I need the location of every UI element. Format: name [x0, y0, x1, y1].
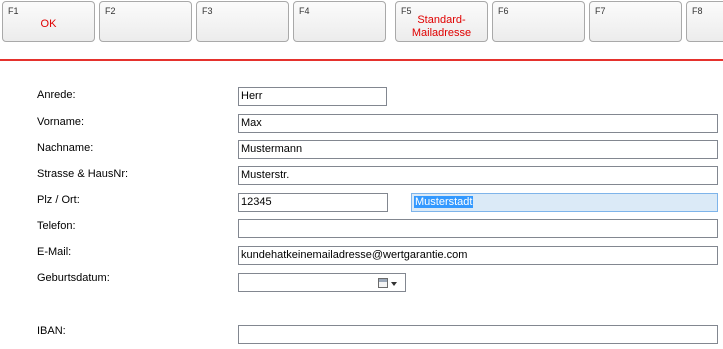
strasse-label: Strasse & HausNr: — [37, 168, 129, 180]
f2-key-number: F2 — [105, 6, 116, 16]
vorname-field[interactable]: Max — [238, 114, 718, 133]
vorname-label: Vorname: — [37, 116, 85, 128]
f6-button[interactable]: F6 — [492, 1, 585, 42]
geburtsdatum-label: Geburtsdatum: — [37, 272, 110, 284]
header-separator — [0, 59, 723, 61]
nachname-label: Nachname: — [37, 142, 94, 154]
email-field[interactable]: kundehatkeinemailadresse@wertgarantie.co… — [238, 246, 718, 265]
function-key-bar: F1 OK F2 F3 F4 F5 Standard- Mailadresse … — [0, 0, 723, 46]
iban-label: IBAN: — [37, 325, 66, 337]
f5-label: Standard- Mailadresse — [411, 14, 472, 39]
f1-label: OK — [40, 18, 57, 30]
f8-key-number: F8 — [692, 6, 703, 16]
f3-button[interactable]: F3 — [196, 1, 289, 42]
plz-field[interactable]: 12345 — [238, 193, 388, 212]
geburtsdatum-field[interactable] — [238, 273, 372, 292]
nachname-field[interactable]: Mustermann — [238, 140, 718, 159]
anrede-field[interactable]: Herr — [238, 87, 387, 106]
telefon-field[interactable] — [238, 219, 718, 238]
anrede-label: Anrede: — [37, 89, 76, 101]
ort-field[interactable]: Musterstadt — [411, 193, 718, 212]
telefon-label: Telefon: — [37, 220, 76, 232]
email-label: E-Mail: — [37, 246, 72, 258]
f6-key-number: F6 — [498, 6, 509, 16]
f4-key-number: F4 — [299, 6, 310, 16]
f1-ok-button[interactable]: F1 OK — [2, 1, 95, 42]
f7-key-number: F7 — [595, 6, 606, 16]
f5-standard-mailadresse-button[interactable]: F5 Standard- Mailadresse — [395, 1, 488, 42]
chevron-down-icon — [391, 282, 397, 286]
f7-button[interactable]: F7 — [589, 1, 682, 42]
calendar-icon — [378, 278, 388, 288]
plz-ort-label: Plz / Ort: — [37, 194, 80, 206]
f1-key-number: F1 — [8, 6, 19, 16]
iban-field[interactable] — [238, 325, 718, 344]
ort-field-selected-text: Musterstadt — [414, 196, 474, 208]
strasse-field[interactable]: Musterstr. — [238, 166, 718, 185]
f4-button[interactable]: F4 — [293, 1, 386, 42]
f2-button[interactable]: F2 — [99, 1, 192, 42]
f8-button[interactable]: F8 — [686, 1, 723, 42]
f3-key-number: F3 — [202, 6, 213, 16]
geburtsdatum-picker-button[interactable] — [371, 273, 406, 292]
